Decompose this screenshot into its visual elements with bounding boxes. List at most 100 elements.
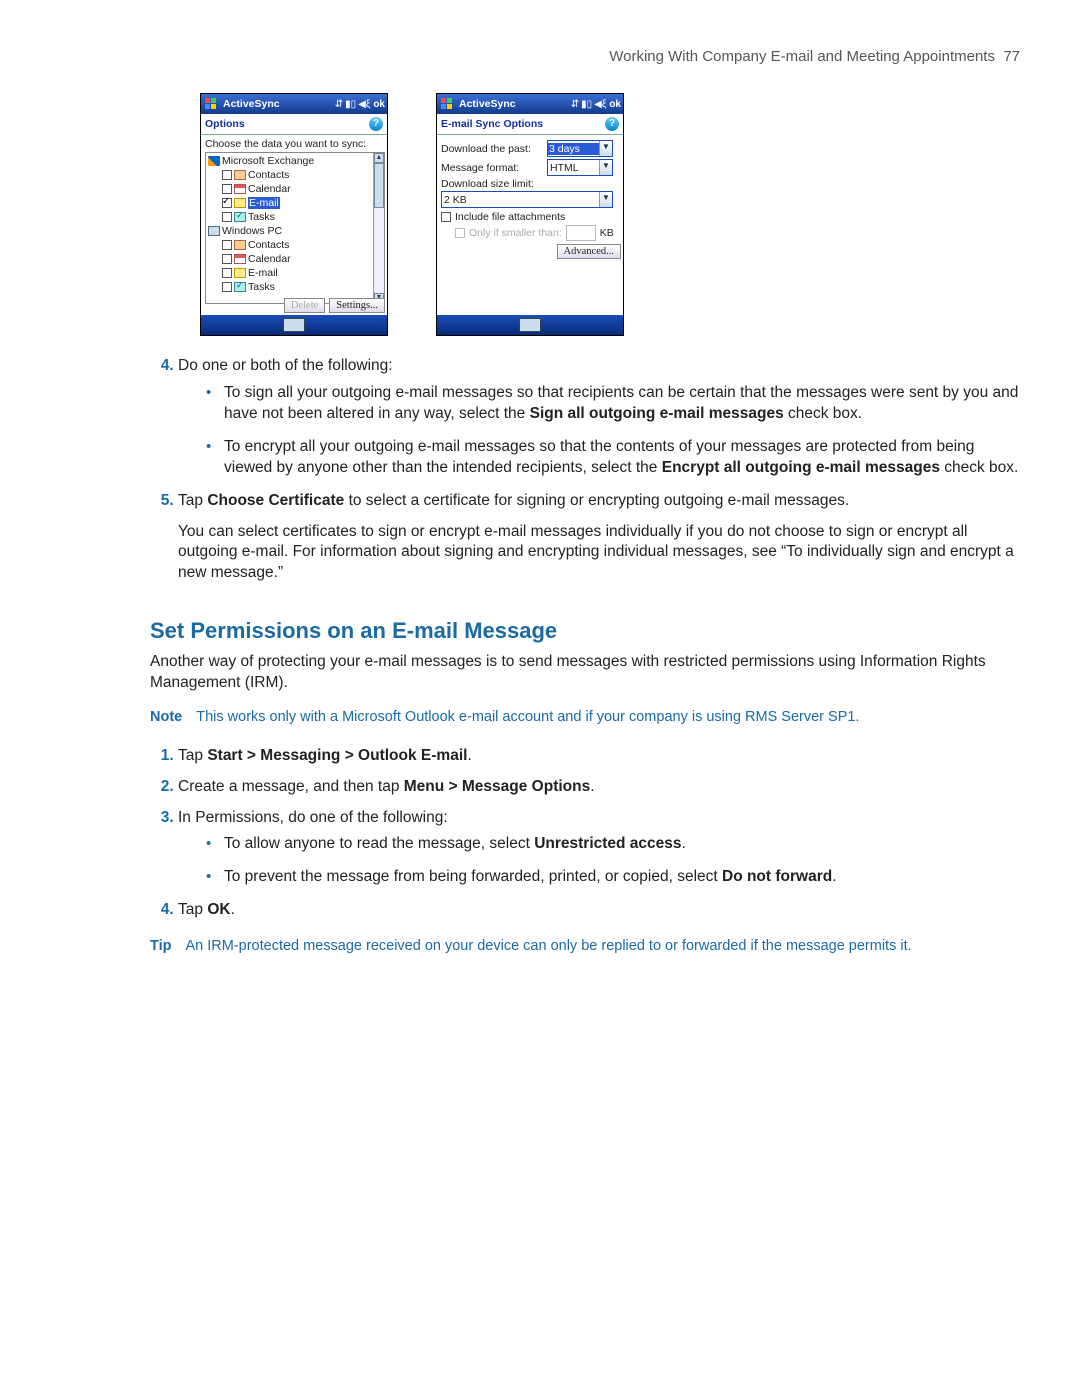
advanced-button[interactable]: Advanced...	[557, 244, 621, 259]
contacts-icon	[234, 170, 246, 180]
bottom-bar	[437, 315, 623, 335]
step-5-paragraph: You can select certificates to sign or e…	[178, 522, 1020, 585]
tasks-icon	[234, 212, 246, 222]
step-4-bullet-encrypt: To encrypt all your outgoing e-mail mess…	[224, 437, 1020, 479]
sync-checkbox[interactable]	[222, 240, 232, 250]
note-tag: Note	[150, 708, 182, 728]
perm-step-2: Create a message, and then tap Menu > Me…	[178, 777, 1020, 798]
exchange-icon	[208, 156, 220, 166]
download-past-combo[interactable]: 3 days▼	[547, 140, 613, 157]
tree-item[interactable]: Calendar	[208, 252, 373, 266]
windows-flag-icon	[441, 98, 455, 110]
signal-icon: ▮▯	[581, 99, 592, 110]
include-attachments-label: Include file attachments	[455, 211, 565, 223]
keyboard-icon[interactable]	[283, 318, 305, 332]
download-limit-combo[interactable]: 2 KB▼	[441, 191, 613, 208]
screenshot-pair: ActiveSync ⇵ ▮▯ ◀ξ ok Options ? Choose t…	[200, 93, 1020, 336]
step-4-bullet-sign: To sign all your outgoing e-mail message…	[224, 383, 1020, 425]
download-limit-label: Download size limit:	[441, 178, 621, 190]
windows-flag-icon	[205, 98, 219, 110]
sync-checkbox[interactable]	[222, 198, 232, 208]
ok-button[interactable]: ok	[609, 99, 621, 110]
tree-item[interactable]: Tasks	[208, 280, 373, 294]
sync-checkbox[interactable]	[222, 268, 232, 278]
perm-step-3-bullet-no-forward: To prevent the message from being forwar…	[224, 867, 1020, 888]
tree-group[interactable]: Windows PC	[208, 224, 373, 238]
download-past-value: 3 days	[548, 143, 599, 155]
tree-item[interactable]: E-mail	[208, 196, 373, 210]
calendar-icon	[234, 254, 246, 264]
tree-item[interactable]: Contacts	[208, 168, 373, 182]
include-attachments-checkbox[interactable]	[441, 212, 451, 222]
perm-step-1: Tap Start > Messaging > Outlook E-mail.	[178, 746, 1020, 767]
screenshot-email-sync: ActiveSync ⇵ ▮▯ ◀ξ ok E-mail Sync Option…	[436, 93, 624, 336]
chevron-down-icon: ▼	[599, 160, 612, 175]
tree-item[interactable]: Calendar	[208, 182, 373, 196]
mail-icon	[234, 198, 246, 208]
perm-step-4: Tap OK.	[178, 900, 1020, 921]
scroll-up-button[interactable]: ▲	[374, 153, 384, 163]
speaker-icon: ◀ξ	[358, 99, 370, 110]
options-body: Choose the data you want to sync: Micros…	[201, 135, 387, 315]
tip-text: An IRM-protected message received on you…	[185, 937, 911, 957]
step-4-intro: Do one or both of the following:	[178, 357, 393, 374]
calendar-icon	[234, 184, 246, 194]
sync-checkbox[interactable]	[222, 282, 232, 292]
hint-text: Choose the data you want to sync:	[205, 138, 385, 150]
tasks-icon	[234, 282, 246, 292]
message-format-label: Message format:	[441, 162, 543, 174]
contacts-icon	[234, 240, 246, 250]
only-smaller-checkbox	[455, 228, 465, 238]
perm-step-3-bullet-unrestricted: To allow anyone to read the message, sel…	[224, 834, 1020, 855]
scroll-thumb[interactable]	[374, 163, 384, 208]
mail-icon	[234, 268, 246, 278]
sub-title: E-mail Sync Options	[441, 118, 543, 130]
tree-item[interactable]: Tasks	[208, 210, 373, 224]
tip-block: Tip An IRM-protected message received on…	[150, 937, 1020, 957]
tree-group[interactable]: Microsoft Exchange	[208, 154, 373, 168]
section-heading-permissions: Set Permissions on an E-mail Message	[150, 618, 1020, 644]
note-text: This works only with a Microsoft Outlook…	[196, 708, 859, 728]
tree-item-label: Calendar	[248, 183, 291, 195]
sync-checkbox[interactable]	[222, 184, 232, 194]
ok-button[interactable]: ok	[373, 99, 385, 110]
tree-item[interactable]: E-mail	[208, 266, 373, 280]
chevron-down-icon: ▼	[599, 192, 612, 207]
tree-item-label: Tasks	[248, 211, 275, 223]
sub-header: Options ?	[201, 114, 387, 135]
message-format-combo[interactable]: HTML▼	[547, 159, 613, 176]
sync-listbox[interactable]: Microsoft ExchangeContactsCalendarE-mail…	[205, 152, 385, 304]
scrollbar[interactable]: ▲ ▼	[373, 153, 384, 303]
settings-button[interactable]: Settings...	[329, 298, 385, 313]
tree-group-label: Windows PC	[222, 225, 282, 237]
help-icon[interactable]: ?	[605, 117, 619, 131]
tree-item[interactable]: Contacts	[208, 238, 373, 252]
tree-item-label: Contacts	[248, 169, 289, 181]
app-title: ActiveSync	[459, 98, 516, 110]
download-past-label: Download the past:	[441, 143, 543, 155]
keyboard-icon[interactable]	[519, 318, 541, 332]
screenshot-options: ActiveSync ⇵ ▮▯ ◀ξ ok Options ? Choose t…	[200, 93, 388, 336]
speaker-icon: ◀ξ	[594, 99, 606, 110]
chapter-title: Working With Company E-mail and Meeting …	[609, 48, 995, 65]
app-title: ActiveSync	[223, 98, 280, 110]
tree-item-label: Contacts	[248, 239, 289, 251]
only-smaller-input	[566, 225, 596, 241]
step-4: Do one or both of the following: To sign…	[178, 356, 1020, 479]
tree-group-label: Microsoft Exchange	[222, 155, 314, 167]
titlebar: ActiveSync ⇵ ▮▯ ◀ξ ok	[437, 94, 623, 114]
sync-checkbox[interactable]	[222, 212, 232, 222]
tree-item-label: Calendar	[248, 253, 291, 265]
pc-icon	[208, 226, 220, 236]
connectivity-icon: ⇵	[571, 99, 579, 110]
help-icon[interactable]: ?	[369, 117, 383, 131]
message-format-value: HTML	[548, 162, 599, 174]
step-5: Tap Choose Certificate to select a certi…	[178, 491, 1020, 585]
permissions-steps: Tap Start > Messaging > Outlook E-mail. …	[150, 746, 1020, 922]
download-limit-value: 2 KB	[442, 194, 599, 206]
sync-checkbox[interactable]	[222, 170, 232, 180]
kb-unit: KB	[600, 227, 614, 239]
chevron-down-icon: ▼	[599, 141, 612, 156]
titlebar: ActiveSync ⇵ ▮▯ ◀ξ ok	[201, 94, 387, 114]
sync-checkbox[interactable]	[222, 254, 232, 264]
